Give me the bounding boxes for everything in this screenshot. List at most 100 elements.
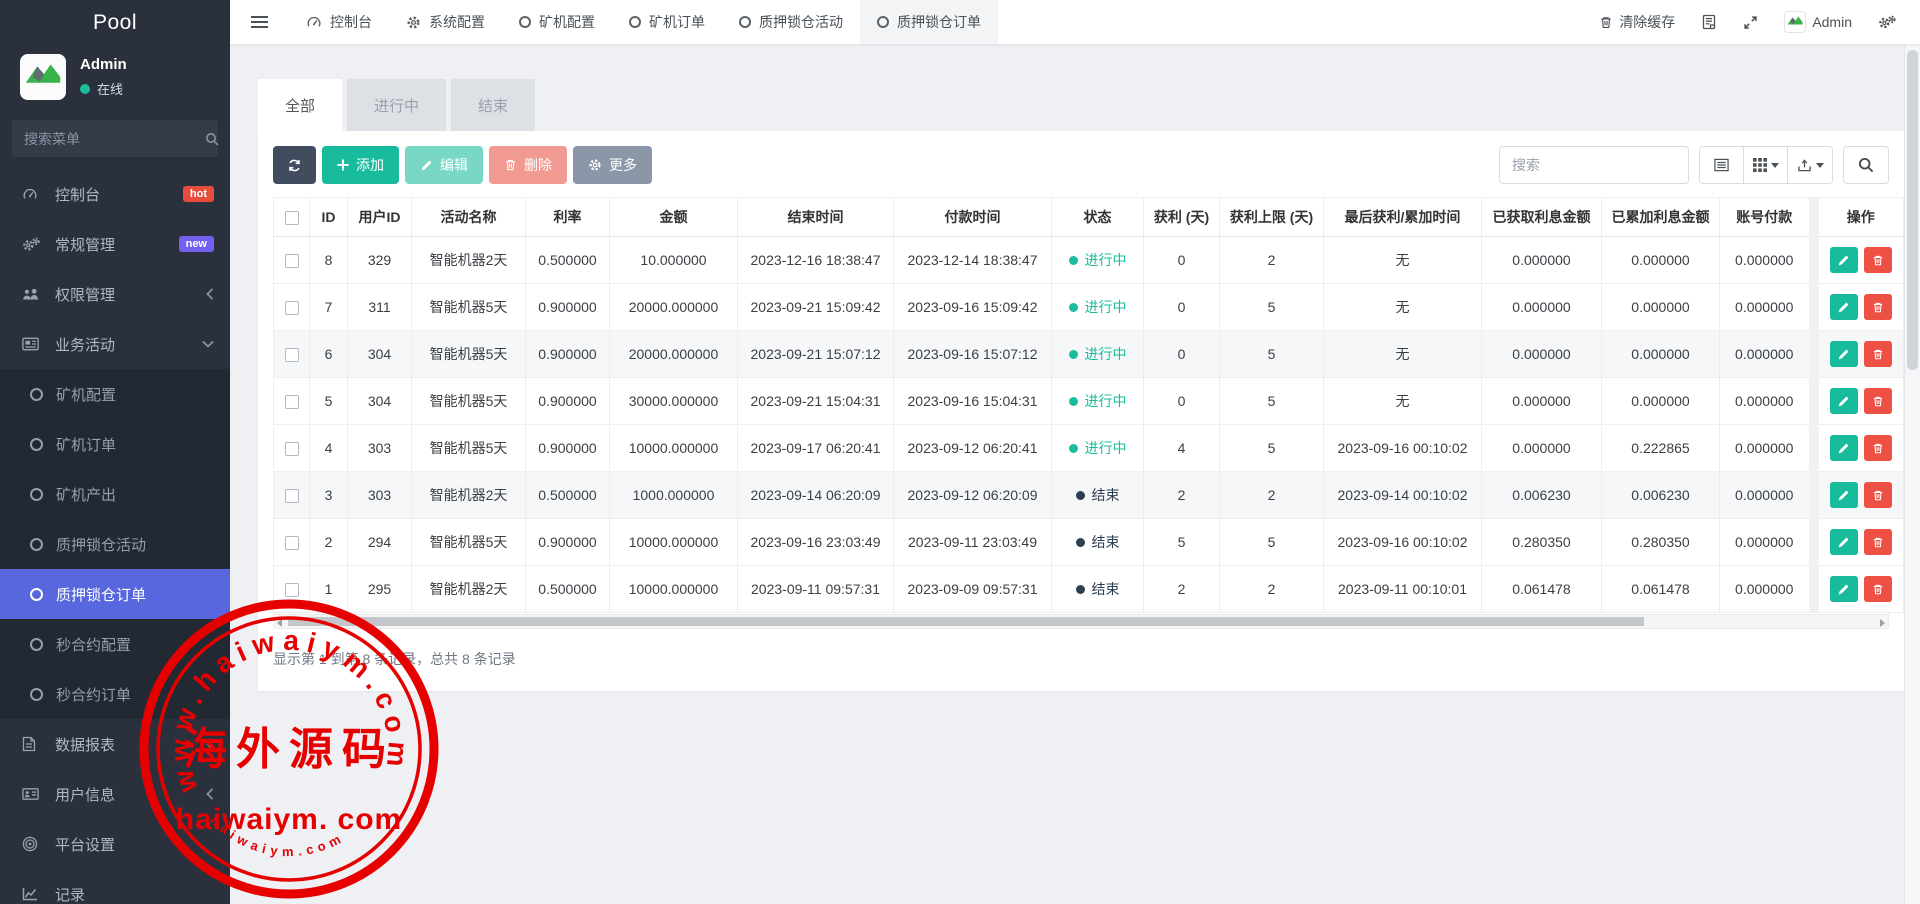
sidebar-item-console[interactable]: 控制台hot bbox=[0, 169, 230, 219]
cell-interest_accrued: 0.000000 bbox=[1602, 331, 1720, 378]
row-delete-button[interactable] bbox=[1864, 294, 1892, 320]
pencil-icon bbox=[1837, 301, 1850, 314]
row-checkbox-cell bbox=[274, 378, 310, 425]
cell-amount: 10000.000000 bbox=[610, 425, 738, 472]
search-button[interactable] bbox=[1843, 146, 1889, 184]
sidebar-item-business-activity[interactable]: 业务活动 bbox=[0, 319, 230, 369]
delete-button[interactable]: 删除 bbox=[489, 146, 567, 184]
top-tab-miner-config[interactable]: 矿机配置 bbox=[502, 0, 612, 44]
sidebar-item-label: 用户信息 bbox=[55, 784, 115, 805]
row-delete-button[interactable] bbox=[1864, 341, 1892, 367]
more-button[interactable]: 更多 bbox=[573, 146, 652, 184]
row-checkbox-cell bbox=[274, 425, 310, 472]
filter-tab-ongoing[interactable]: 进行中 bbox=[347, 79, 446, 131]
row-delete-button[interactable] bbox=[1864, 435, 1892, 461]
status-badge: 进行中 bbox=[1069, 391, 1127, 411]
cell-end_time: 2023-12-16 18:38:47 bbox=[738, 237, 894, 284]
sidebar-item-user-info[interactable]: 用户信息 bbox=[0, 769, 230, 819]
select-all-checkbox[interactable] bbox=[285, 211, 299, 225]
row-edit-button[interactable] bbox=[1830, 435, 1858, 461]
vertical-scrollbar-thumb[interactable] bbox=[1907, 50, 1918, 370]
row-delete-button[interactable] bbox=[1864, 247, 1892, 273]
pencil-icon bbox=[1837, 442, 1850, 455]
row-checkbox[interactable] bbox=[285, 536, 299, 550]
cell-profit_limit: 5 bbox=[1220, 331, 1324, 378]
cell-profit_days: 0 bbox=[1144, 284, 1220, 331]
row-checkbox[interactable] bbox=[285, 489, 299, 503]
row-checkbox[interactable] bbox=[285, 348, 299, 362]
row-checkbox[interactable] bbox=[285, 254, 299, 268]
menu-search-input[interactable] bbox=[24, 131, 205, 147]
top-tab-pledge-orders[interactable]: 质押锁仓订单 bbox=[860, 0, 998, 44]
cell-activity: 智能机器2天 bbox=[412, 566, 526, 613]
row-checkbox[interactable] bbox=[285, 442, 299, 456]
scroll-left-arrow-icon[interactable] bbox=[277, 619, 282, 627]
top-tab-console[interactable]: 控制台 bbox=[289, 0, 389, 44]
sidebar-subitem-seconds-contract-config[interactable]: 秒合约配置 bbox=[0, 619, 230, 669]
cell-account_payment: 0.000000 bbox=[1720, 472, 1814, 519]
sidebar-item-platform-settings[interactable]: 平台设置 bbox=[0, 819, 230, 869]
sidebar-subitem-miner-orders[interactable]: 矿机订单 bbox=[0, 419, 230, 469]
top-tab-system-config[interactable]: 系统配置 bbox=[389, 0, 502, 44]
hamburger-menu-icon[interactable] bbox=[230, 15, 289, 29]
bullseye-icon bbox=[22, 836, 44, 852]
row-checkbox[interactable] bbox=[285, 395, 299, 409]
table-header-row: ID用户ID活动名称利率金额结束时间付款时间状态获利 (天)获利上限 (天)最后… bbox=[274, 198, 1904, 237]
table-row: 3303智能机器2天0.5000001000.0000002023-09-14 … bbox=[274, 472, 1904, 519]
sidebar-item-permission-management[interactable]: 权限管理 bbox=[0, 269, 230, 319]
sidebar-subitem-pledge-activities[interactable]: 质押锁仓活动 bbox=[0, 519, 230, 569]
sidebar-subitem-seconds-contract-orders[interactable]: 秒合约订单 bbox=[0, 669, 230, 719]
row-delete-button[interactable] bbox=[1864, 388, 1892, 414]
cell-actions bbox=[1814, 425, 1904, 472]
row-checkbox[interactable] bbox=[285, 301, 299, 315]
export-button[interactable] bbox=[1788, 147, 1832, 183]
row-edit-button[interactable] bbox=[1830, 388, 1858, 414]
table-search-input[interactable] bbox=[1499, 146, 1689, 184]
cell-activity: 智能机器5天 bbox=[412, 425, 526, 472]
row-checkbox[interactable] bbox=[285, 583, 299, 597]
sidebar-subitem-miner-config[interactable]: 矿机配置 bbox=[0, 369, 230, 419]
filter-tab-label: 全部 bbox=[285, 95, 315, 116]
pencil-icon bbox=[1837, 489, 1850, 502]
cell-amount: 10.000000 bbox=[610, 237, 738, 284]
sidebar-subitem-miner-output[interactable]: 矿机产出 bbox=[0, 469, 230, 519]
row-edit-button[interactable] bbox=[1830, 529, 1858, 555]
row-edit-button[interactable] bbox=[1830, 482, 1858, 508]
fullscreen-icon[interactable] bbox=[1743, 15, 1758, 30]
refresh-button[interactable] bbox=[273, 146, 316, 184]
filter-tab-all[interactable]: 全部 bbox=[258, 79, 342, 131]
top-tab-miner-orders[interactable]: 矿机订单 bbox=[612, 0, 722, 44]
chevron-down-icon bbox=[202, 340, 214, 348]
sidebar-item-data-reports[interactable]: 数据报表 bbox=[0, 719, 230, 769]
row-edit-button[interactable] bbox=[1830, 341, 1858, 367]
sidebar-item-general-management[interactable]: 常规管理new bbox=[0, 219, 230, 269]
clear-cache-button[interactable]: 清除缓存 bbox=[1599, 12, 1675, 32]
sidebar-item-records[interactable]: 记录 bbox=[0, 869, 230, 904]
columns-button[interactable] bbox=[1744, 147, 1788, 183]
top-tab-pledge-activities[interactable]: 质押锁仓活动 bbox=[722, 0, 860, 44]
circle-icon bbox=[30, 388, 43, 401]
vertical-scrollbar[interactable] bbox=[1904, 44, 1920, 904]
settings-gears-icon[interactable] bbox=[1878, 15, 1896, 30]
detail-view-button[interactable] bbox=[1700, 147, 1744, 183]
edit-button[interactable]: 编辑 bbox=[405, 146, 483, 184]
filter-tab-ended[interactable]: 结束 bbox=[451, 79, 535, 131]
row-edit-button[interactable] bbox=[1830, 576, 1858, 602]
scroll-right-arrow-icon[interactable] bbox=[1880, 619, 1885, 627]
sidebar-subitem-pledge-orders[interactable]: 质押锁仓订单 bbox=[0, 569, 230, 619]
row-delete-button[interactable] bbox=[1864, 529, 1892, 555]
row-delete-button[interactable] bbox=[1864, 576, 1892, 602]
horizontal-scrollbar[interactable] bbox=[273, 614, 1889, 629]
avatar[interactable] bbox=[20, 54, 66, 100]
topbar-user[interactable]: Admin bbox=[1784, 11, 1852, 33]
row-edit-button[interactable] bbox=[1830, 294, 1858, 320]
circle-icon bbox=[629, 16, 641, 28]
cell-status: 进行中 bbox=[1052, 378, 1144, 425]
row-edit-button[interactable] bbox=[1830, 247, 1858, 273]
row-delete-button[interactable] bbox=[1864, 482, 1892, 508]
add-button[interactable]: 添加 bbox=[322, 146, 399, 184]
scrollbar-thumb[interactable] bbox=[288, 617, 1644, 626]
pages-icon[interactable] bbox=[1701, 14, 1717, 30]
cell-status: 结束 bbox=[1052, 472, 1144, 519]
filter-tabs: 全部 进行中结束 bbox=[258, 79, 1920, 131]
